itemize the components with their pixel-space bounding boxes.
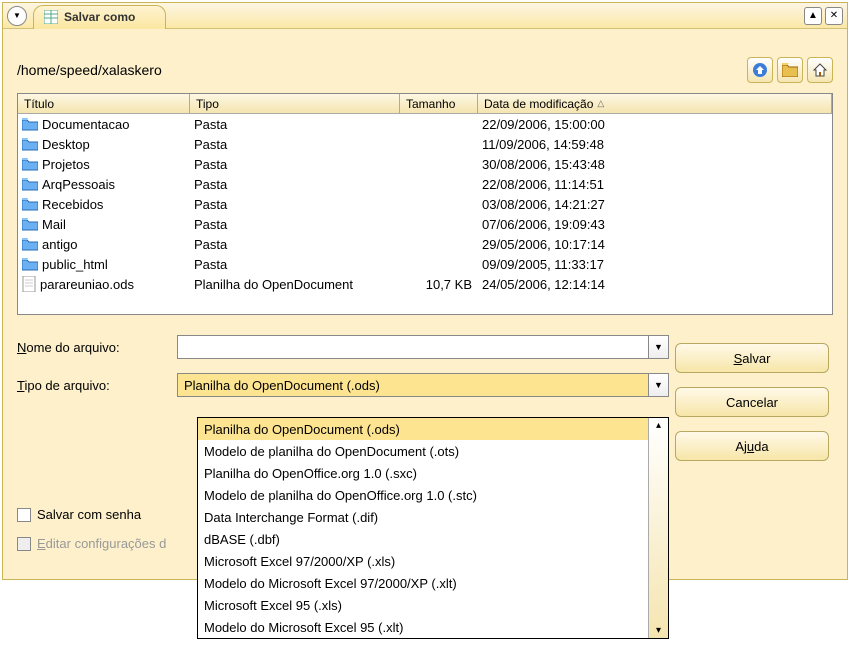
row-date: 11/09/2006, 14:59:48: [478, 137, 832, 152]
table-row[interactable]: antigo Pasta 29/05/2006, 10:17:14: [18, 234, 832, 254]
folder-icon: [22, 197, 38, 211]
filetype-option[interactable]: Modelo de planilha do OpenDocument (.ots…: [198, 440, 668, 462]
filename-label: Nome do arquivo:: [17, 340, 177, 355]
dropdown-scrollbar[interactable]: ▴ ▾: [648, 418, 668, 638]
filetype-option[interactable]: Modelo do Microsoft Excel 95 (.xlt): [198, 616, 668, 638]
row-size: 10,7 KB: [400, 277, 478, 292]
row-type: Pasta: [190, 257, 400, 272]
row-date: 22/08/2006, 11:14:51: [478, 177, 832, 192]
row-date: 30/08/2006, 15:43:48: [478, 157, 832, 172]
row-title: antigo: [42, 237, 77, 252]
filetype-dropdown[interactable]: Planilha do OpenDocument (.ods): [177, 373, 649, 397]
row-title: public_html: [42, 257, 108, 272]
filetype-option[interactable]: dBASE (.dbf): [198, 528, 668, 550]
filename-history-dropdown[interactable]: ▼: [649, 335, 669, 359]
row-title: parareuniao.ods: [40, 277, 134, 292]
folder-icon: [22, 137, 38, 151]
title-tab: Salvar como: [33, 5, 166, 29]
column-header-date[interactable]: Data de modificação△: [478, 94, 832, 113]
folder-icon: [22, 157, 38, 171]
file-list-table: Título Tipo Tamanho Data de modificação△…: [17, 93, 833, 315]
filetype-options-list: Planilha do OpenDocument (.ods)Modelo de…: [197, 417, 669, 639]
scroll-down-icon[interactable]: ▾: [656, 623, 661, 638]
row-date: 24/05/2006, 12:14:14: [478, 277, 832, 292]
row-type: Pasta: [190, 237, 400, 252]
row-type: Pasta: [190, 117, 400, 132]
row-title: Projetos: [42, 157, 90, 172]
row-date: 03/08/2006, 14:21:27: [478, 197, 832, 212]
row-type: Planilha do OpenDocument: [190, 277, 400, 292]
filetype-option[interactable]: Microsoft Excel 97/2000/XP (.xls): [198, 550, 668, 572]
row-title: Desktop: [42, 137, 90, 152]
row-date: 22/09/2006, 15:00:00: [478, 117, 832, 132]
table-row[interactable]: ArqPessoais Pasta 22/08/2006, 11:14:51: [18, 174, 832, 194]
table-row[interactable]: Recebidos Pasta 03/08/2006, 14:21:27: [18, 194, 832, 214]
up-directory-button[interactable]: [747, 57, 773, 83]
column-header-type[interactable]: Tipo: [190, 94, 400, 113]
row-title: Mail: [42, 217, 66, 232]
window-menu-button[interactable]: [7, 6, 27, 26]
column-header-title[interactable]: Título: [18, 94, 190, 113]
edit-filter-label: Editar configurações d: [37, 536, 166, 551]
save-with-password-checkbox[interactable]: [17, 508, 31, 522]
filetype-option[interactable]: Planilha do OpenDocument (.ods): [198, 418, 668, 440]
row-title: Recebidos: [42, 197, 103, 212]
table-row[interactable]: Projetos Pasta 30/08/2006, 15:43:48: [18, 154, 832, 174]
row-title: ArqPessoais: [42, 177, 115, 192]
sort-descending-icon: △: [597, 98, 604, 109]
cancel-button[interactable]: Cancelar: [675, 387, 829, 417]
row-type: Pasta: [190, 137, 400, 152]
filetype-option[interactable]: Data Interchange Format (.dif): [198, 506, 668, 528]
folder-icon: [22, 217, 38, 231]
row-type: Pasta: [190, 157, 400, 172]
column-header-size[interactable]: Tamanho: [400, 94, 478, 113]
spreadsheet-icon: [44, 10, 58, 24]
window-controls: ▲ ✕: [804, 7, 843, 25]
filetype-dropdown-button[interactable]: ▼: [649, 373, 669, 397]
row-title: Documentacao: [42, 117, 129, 132]
table-row[interactable]: parareuniao.ods Planilha do OpenDocument1…: [18, 274, 832, 294]
row-type: Pasta: [190, 217, 400, 232]
scroll-up-icon[interactable]: ▴: [656, 418, 661, 433]
current-path: /home/speed/xalaskero: [17, 62, 162, 78]
folder-icon: [22, 257, 38, 271]
titlebar: Salvar como ▲ ✕: [3, 3, 847, 29]
row-date: 09/09/2005, 11:33:17: [478, 257, 832, 272]
save-with-password-label: Salvar com senha: [37, 507, 141, 522]
filetype-option[interactable]: Microsoft Excel 95 (.xls): [198, 594, 668, 616]
maximize-button[interactable]: ▲: [804, 7, 822, 25]
edit-filter-checkbox: [17, 537, 31, 551]
row-type: Pasta: [190, 197, 400, 212]
help-button[interactable]: Ajuda: [675, 431, 829, 461]
row-date: 29/05/2006, 10:17:14: [478, 237, 832, 252]
table-row[interactable]: Documentacao Pasta 22/09/2006, 15:00:00: [18, 114, 832, 134]
table-row[interactable]: Mail Pasta 07/06/2006, 19:09:43: [18, 214, 832, 234]
filetype-label: Tipo de arquivo:: [17, 378, 177, 393]
filetype-option[interactable]: Modelo do Microsoft Excel 97/2000/XP (.x…: [198, 572, 668, 594]
row-date: 07/06/2006, 19:09:43: [478, 217, 832, 232]
filetype-option[interactable]: Planilha do OpenOffice.org 1.0 (.sxc): [198, 462, 668, 484]
new-folder-button[interactable]: [777, 57, 803, 83]
home-button[interactable]: [807, 57, 833, 83]
folder-icon: [22, 177, 38, 191]
table-row[interactable]: Desktop Pasta 11/09/2006, 14:59:48: [18, 134, 832, 154]
folder-icon: [22, 117, 38, 131]
row-type: Pasta: [190, 177, 400, 192]
file-icon: [22, 276, 36, 292]
save-as-dialog: Salvar como ▲ ✕ /home/speed/xalaskero: [2, 2, 848, 580]
save-button[interactable]: Salvar: [675, 343, 829, 373]
filename-input[interactable]: [177, 335, 649, 359]
table-row[interactable]: public_html Pasta 09/09/2005, 11:33:17: [18, 254, 832, 274]
folder-icon: [22, 237, 38, 251]
close-button[interactable]: ✕: [825, 7, 843, 25]
window-title: Salvar como: [64, 10, 135, 24]
filetype-option[interactable]: Modelo de planilha do OpenOffice.org 1.0…: [198, 484, 668, 506]
